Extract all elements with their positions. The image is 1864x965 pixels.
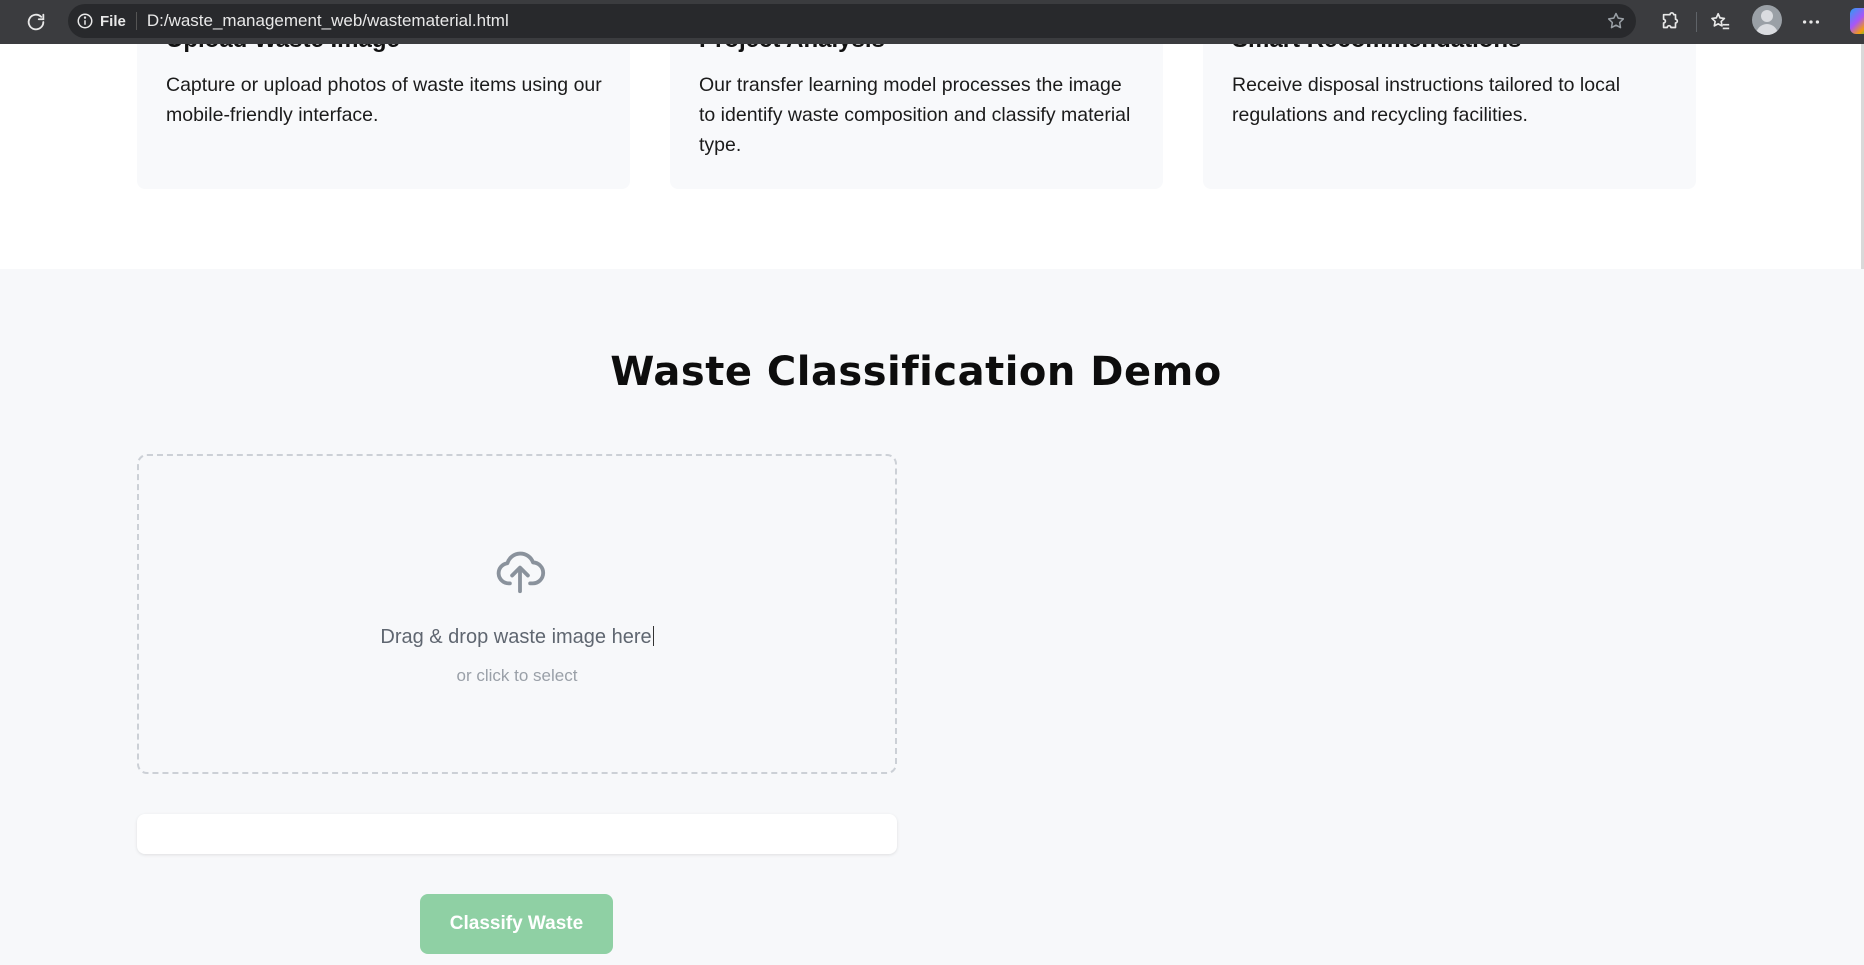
toolbar-separator <box>1696 12 1697 32</box>
dropzone-subtitle: or click to select <box>456 666 578 685</box>
extensions-icon[interactable] <box>1656 8 1684 36</box>
result-box <box>137 814 897 854</box>
copilot-icon[interactable] <box>1850 8 1864 34</box>
reload-icon[interactable] <box>22 8 50 36</box>
browser-toolbar: File D:/waste_management_web/wastemateri… <box>0 0 1864 44</box>
cloud-upload-icon <box>496 551 546 594</box>
more-options-icon[interactable] <box>1797 8 1825 36</box>
address-divider <box>135 12 137 30</box>
feature-card-title: Upload Waste Image <box>166 44 400 54</box>
dropzone-title: Drag & drop waste image here <box>139 626 895 649</box>
profile-avatar[interactable] <box>1752 5 1782 35</box>
favorites-icon[interactable] <box>1706 8 1734 36</box>
feature-card-text: Our transfer learning model processes th… <box>699 74 1131 156</box>
feature-card-upload: Upload Waste Image Capture or upload pho… <box>137 44 630 189</box>
site-info-button[interactable]: File <box>76 12 126 30</box>
feature-card-text: Receive disposal instructions tailored t… <box>1232 74 1621 126</box>
page-content: Upload Waste Image Capture or upload pho… <box>0 44 1864 965</box>
text-cursor <box>652 626 654 646</box>
favorite-star-icon[interactable] <box>1604 9 1628 33</box>
address-bar[interactable]: File D:/waste_management_web/wastemateri… <box>68 4 1636 38</box>
dropzone-title-text: Drag & drop waste image here <box>380 626 652 648</box>
url-text[interactable]: D:/waste_management_web/wastematerial.ht… <box>147 11 509 31</box>
info-icon <box>77 13 93 29</box>
image-dropzone[interactable]: Drag & drop waste image here or click to… <box>137 454 897 774</box>
demo-section: Waste Classification Demo Drag & drop wa… <box>0 269 1864 965</box>
feature-card-text: Capture or upload photos of waste items … <box>166 74 602 126</box>
feature-card-title: Smart Recommendations <box>1232 44 1521 54</box>
features-section: Upload Waste Image Capture or upload pho… <box>0 44 1864 269</box>
feature-card-title: Project Analysis <box>699 44 885 54</box>
site-info-label: File <box>100 12 126 30</box>
feature-card-recommendations: Smart Recommendations Receive disposal i… <box>1203 44 1696 189</box>
feature-card-analysis: Project Analysis Our transfer learning m… <box>670 44 1163 189</box>
classify-waste-button[interactable]: Classify Waste <box>420 894 613 954</box>
demo-title: Waste Classification Demo <box>610 349 1222 395</box>
